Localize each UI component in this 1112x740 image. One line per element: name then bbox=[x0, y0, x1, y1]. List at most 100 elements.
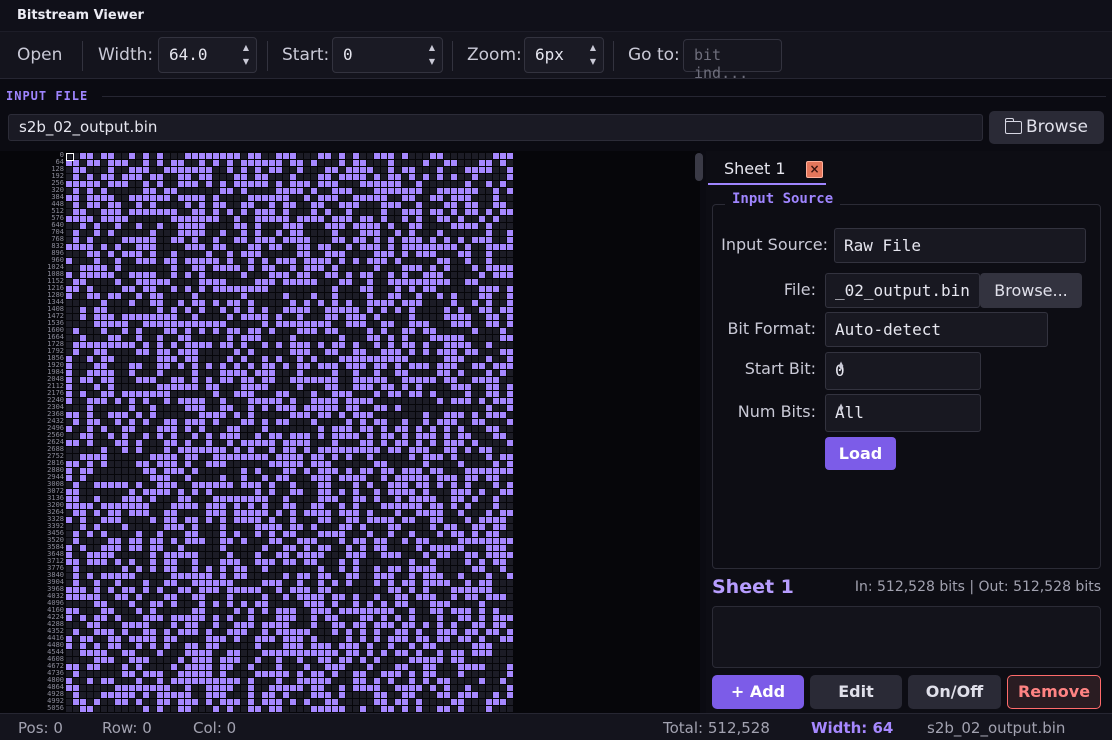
bit-cell[interactable] bbox=[332, 447, 338, 453]
bit-cell[interactable] bbox=[122, 188, 128, 194]
bit-cell[interactable] bbox=[164, 251, 170, 257]
bit-cell[interactable] bbox=[360, 510, 366, 516]
bit-cell[interactable] bbox=[444, 664, 450, 670]
bit-cell[interactable] bbox=[479, 440, 485, 446]
bit-cell[interactable] bbox=[234, 356, 240, 362]
bit-cell[interactable] bbox=[367, 356, 373, 362]
bit-cell[interactable] bbox=[248, 531, 254, 537]
bit-cell[interactable] bbox=[94, 286, 100, 292]
bit-cell[interactable] bbox=[192, 188, 198, 194]
bit-cell[interactable] bbox=[437, 615, 443, 621]
bit-cell[interactable] bbox=[402, 244, 408, 250]
bit-cell[interactable] bbox=[423, 461, 429, 467]
bit-cell[interactable] bbox=[451, 321, 457, 327]
bit-cell[interactable] bbox=[353, 615, 359, 621]
bit-cell[interactable] bbox=[360, 531, 366, 537]
bit-cell[interactable] bbox=[262, 447, 268, 453]
bit-cell[interactable] bbox=[199, 587, 205, 593]
bit-cell[interactable] bbox=[262, 636, 268, 642]
bit-cell[interactable] bbox=[164, 545, 170, 551]
bit-cell[interactable] bbox=[493, 601, 499, 607]
bit-cell[interactable] bbox=[311, 160, 317, 166]
bit-cell[interactable] bbox=[199, 230, 205, 236]
bit-cell[interactable] bbox=[248, 510, 254, 516]
bit-cell[interactable] bbox=[269, 370, 275, 376]
bit-cell[interactable] bbox=[409, 153, 415, 159]
bit-cell[interactable] bbox=[262, 531, 268, 537]
bit-cell[interactable] bbox=[332, 419, 338, 425]
bit-cell[interactable] bbox=[115, 559, 121, 565]
bit-cell[interactable] bbox=[311, 433, 317, 439]
bit-cell[interactable] bbox=[318, 272, 324, 278]
bit-cell[interactable] bbox=[458, 223, 464, 229]
bit-cell[interactable] bbox=[290, 237, 296, 243]
bit-cell[interactable] bbox=[409, 461, 415, 467]
bit-cell[interactable] bbox=[255, 230, 261, 236]
bit-cell[interactable] bbox=[206, 538, 212, 544]
bit-cell[interactable] bbox=[206, 482, 212, 488]
bit-cell[interactable] bbox=[500, 349, 506, 355]
bit-cell[interactable] bbox=[206, 251, 212, 257]
bit-cell[interactable] bbox=[269, 251, 275, 257]
bit-cell[interactable] bbox=[472, 580, 478, 586]
bit-cell[interactable] bbox=[143, 608, 149, 614]
bit-cell[interactable] bbox=[241, 594, 247, 600]
bit-cell[interactable] bbox=[192, 447, 198, 453]
bit-cell[interactable] bbox=[472, 258, 478, 264]
bit-cell[interactable] bbox=[444, 461, 450, 467]
bit-cell[interactable] bbox=[227, 503, 233, 509]
bit-cell[interactable] bbox=[318, 391, 324, 397]
bit-cell[interactable] bbox=[213, 468, 219, 474]
bit-cell[interactable] bbox=[164, 440, 170, 446]
bit-cell[interactable] bbox=[192, 671, 198, 677]
bit-cell[interactable] bbox=[304, 272, 310, 278]
bit-cell[interactable] bbox=[269, 160, 275, 166]
bit-cell[interactable] bbox=[318, 538, 324, 544]
bit-cell[interactable] bbox=[80, 174, 86, 180]
bit-cell[interactable] bbox=[80, 531, 86, 537]
bit-cell[interactable] bbox=[430, 237, 436, 243]
bit-cell[interactable] bbox=[157, 545, 163, 551]
bit-cell[interactable] bbox=[416, 216, 422, 222]
bit-cell[interactable] bbox=[234, 349, 240, 355]
bit-cell[interactable] bbox=[178, 202, 184, 208]
bit-cell[interactable] bbox=[458, 454, 464, 460]
bit-cell[interactable] bbox=[388, 664, 394, 670]
bit-cell[interactable] bbox=[192, 482, 198, 488]
bit-cell[interactable] bbox=[241, 356, 247, 362]
bit-cell[interactable] bbox=[360, 209, 366, 215]
bit-cell[interactable] bbox=[192, 307, 198, 313]
bit-cell[interactable] bbox=[290, 650, 296, 656]
bit-cell[interactable] bbox=[66, 489, 72, 495]
bit-cell[interactable] bbox=[444, 167, 450, 173]
bit-cell[interactable] bbox=[241, 650, 247, 656]
bit-cell[interactable] bbox=[213, 237, 219, 243]
bit-cell[interactable] bbox=[108, 678, 114, 684]
bit-cell[interactable] bbox=[206, 573, 212, 579]
bit-cell[interactable] bbox=[346, 251, 352, 257]
bit-cell[interactable] bbox=[395, 629, 401, 635]
bit-cell[interactable] bbox=[255, 643, 261, 649]
bit-cell[interactable] bbox=[472, 566, 478, 572]
bit-cell[interactable] bbox=[220, 650, 226, 656]
bit-cell[interactable] bbox=[325, 489, 331, 495]
bit-cell[interactable] bbox=[199, 629, 205, 635]
bit-cell[interactable] bbox=[325, 454, 331, 460]
bit-cell[interactable] bbox=[255, 209, 261, 215]
bit-cell[interactable] bbox=[479, 398, 485, 404]
bit-cell[interactable] bbox=[360, 244, 366, 250]
bit-cell[interactable] bbox=[178, 594, 184, 600]
bit-cell[interactable] bbox=[458, 524, 464, 530]
bit-cell[interactable] bbox=[339, 482, 345, 488]
bit-cell[interactable] bbox=[416, 244, 422, 250]
bit-cell[interactable] bbox=[507, 489, 513, 495]
bit-cell[interactable] bbox=[346, 384, 352, 390]
bit-cell[interactable] bbox=[171, 335, 177, 341]
bit-cell[interactable] bbox=[94, 594, 100, 600]
bit-cell[interactable] bbox=[423, 475, 429, 481]
bit-cell[interactable] bbox=[353, 209, 359, 215]
bit-cell[interactable] bbox=[458, 433, 464, 439]
bit-cell[interactable] bbox=[241, 307, 247, 313]
bit-cell[interactable] bbox=[185, 650, 191, 656]
bit-cell[interactable] bbox=[283, 643, 289, 649]
